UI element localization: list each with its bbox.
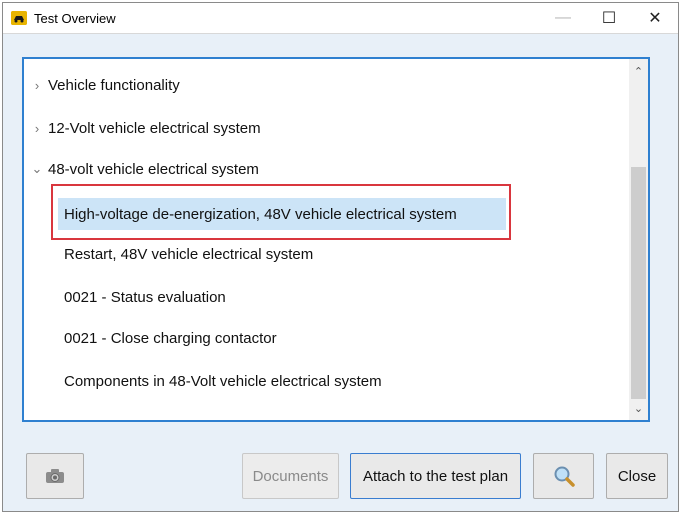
tree-child-label: High-voltage de-energization, 48V vehicl… (64, 205, 457, 223)
minimize-button[interactable]: — (540, 3, 586, 33)
chevron-right-icon[interactable]: › (30, 121, 44, 136)
tree-child-label: 0021 - Close charging contactor (64, 329, 277, 347)
search-button[interactable] (533, 453, 594, 499)
app-icon (11, 11, 27, 25)
tree-item-label: 48-volt vehicle electrical system (48, 160, 259, 178)
close-button[interactable]: Close (606, 453, 668, 499)
tree-item-label: 12-Volt vehicle electrical system (48, 119, 261, 137)
tree-child-label: 0021 - Status evaluation (64, 288, 226, 306)
magnifier-icon (554, 466, 575, 487)
tree-child-components-48v[interactable]: Components in 48-Volt vehicle electrical… (58, 368, 388, 394)
tree-child-restart-48v[interactable]: Restart, 48V vehicle electrical system (58, 241, 319, 267)
tree-item-48-volt-system[interactable]: ⌄ 48-volt vehicle electrical system (30, 156, 259, 182)
tree-child-hv-de-energization[interactable]: High-voltage de-energization, 48V vehicl… (58, 198, 506, 230)
scroll-thumb[interactable] (631, 167, 646, 399)
vertical-scrollbar[interactable]: ⌃ ⌄ (629, 59, 648, 420)
tree-child-close-charging-contactor[interactable]: 0021 - Close charging contactor (58, 325, 283, 351)
test-tree-panel: › Vehicle functionality › 12-Volt vehicl… (22, 57, 650, 422)
scroll-down-arrow-icon[interactable]: ⌄ (629, 398, 648, 418)
maximize-button[interactable]: ☐ (586, 3, 632, 33)
window-title: Test Overview (34, 11, 116, 26)
documents-button[interactable]: Documents (242, 453, 339, 499)
camera-icon (46, 469, 64, 483)
tree-item-vehicle-functionality[interactable]: › Vehicle functionality (30, 72, 180, 98)
test-overview-window: Test Overview — ☐ ✕ › Vehicle functional… (2, 2, 679, 512)
screenshot-camera-button[interactable] (26, 453, 84, 499)
chevron-right-icon[interactable]: › (30, 78, 44, 93)
title-bar: Test Overview — ☐ ✕ (3, 3, 678, 34)
close-window-button[interactable]: ✕ (632, 3, 678, 33)
tree-item-12-volt-system[interactable]: › 12-Volt vehicle electrical system (30, 115, 261, 141)
tree-item-label: Vehicle functionality (48, 76, 180, 94)
tree-child-status-evaluation[interactable]: 0021 - Status evaluation (58, 284, 232, 310)
chevron-down-icon[interactable]: ⌄ (30, 161, 44, 177)
scroll-up-arrow-icon[interactable]: ⌃ (629, 61, 648, 81)
tree-child-label: Components in 48-Volt vehicle electrical… (64, 372, 382, 390)
tree-child-label: Restart, 48V vehicle electrical system (64, 245, 314, 263)
attach-to-test-plan-button[interactable]: Attach to the test plan (350, 453, 521, 499)
